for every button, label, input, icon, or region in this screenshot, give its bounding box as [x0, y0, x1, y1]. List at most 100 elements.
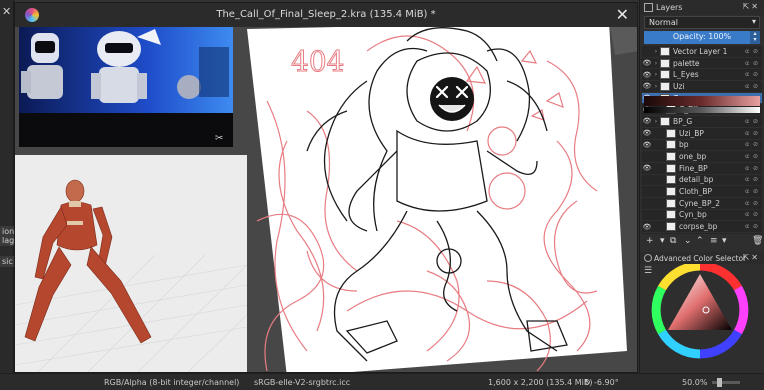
visibility-eye-icon[interactable]: 👁: [642, 117, 652, 125]
layer-name: Fine_BP: [679, 163, 708, 173]
visibility-eye-icon[interactable]: 👁: [642, 82, 652, 90]
color-history-strip[interactable]: [644, 96, 760, 106]
layer-thumbnail: [660, 70, 670, 80]
blend-mode-select[interactable]: Normal: [644, 16, 760, 29]
layer-flags-icon[interactable]: α ⊘: [745, 176, 759, 183]
layer-row[interactable]: Cloth_BP α ⊘: [642, 186, 762, 198]
layer-name: Uzi: [673, 81, 685, 91]
layer-flags-icon[interactable]: α ⊘: [745, 83, 759, 90]
layer-flags-icon[interactable]: α ⊘: [745, 60, 759, 67]
layer-thumbnail: [666, 128, 676, 138]
status-color-model: RGB/Alpha (8-bit integer/channel): [104, 378, 240, 387]
expand-chevron-icon[interactable]: ›: [652, 60, 660, 67]
layer-row[interactable]: one_bp α ⊘: [642, 151, 762, 163]
layers-list[interactable]: › Vector Layer 1α ⊘ 👁 › palette α ⊘ 👁 › L_Eyes α …: [642, 46, 762, 234]
add-layer-icon[interactable]: +: [646, 236, 654, 246]
layers-docker-title: Layers: [656, 3, 683, 12]
status-color-profile: sRGB-elle-V2-srgbtrc.icc: [254, 378, 351, 387]
layer-row[interactable]: › Vector Layer 1 α ⊘: [642, 46, 762, 58]
canvas[interactable]: ✂ 404: [15, 27, 637, 372]
layer-row[interactable]: Cyn_bp α ⊘: [642, 210, 762, 222]
visibility-eye-icon[interactable]: 👁: [642, 141, 652, 149]
layer-name: one_bp: [679, 152, 707, 162]
color-selector-header: Advanced Color Selector ⇱✕: [640, 252, 764, 264]
layer-thumbnail: [666, 198, 676, 208]
layers-docker-header: Layers ⇱✕: [640, 0, 764, 15]
krita-window: ✕ ion lag sic The_Call_Of_Final_Sleep_2.…: [0, 0, 764, 390]
opacity-spin-arrows[interactable]: ▴ ▾: [750, 31, 760, 44]
layer-thumbnail: [666, 210, 676, 220]
layer-flags-icon[interactable]: α ⊘: [745, 153, 759, 160]
move-layer-up-icon[interactable]: ⌃: [696, 236, 704, 246]
color-wheel[interactable]: [640, 264, 764, 360]
layer-row[interactable]: 👁 › Uzi α ⊘: [642, 81, 762, 93]
opacity-slider[interactable]: Opacity: 100% ▴ ▾: [644, 31, 760, 44]
opacity-label: Opacity: 100%: [672, 32, 732, 41]
layer-name: L_Eyes: [673, 70, 699, 80]
document-close-button[interactable]: ✕: [616, 5, 629, 24]
layer-flags-icon[interactable]: α ⊘: [745, 141, 759, 148]
visibility-eye-icon[interactable]: 👁: [642, 164, 652, 172]
layer-flags-icon[interactable]: α ⊘: [745, 211, 759, 218]
layer-row[interactable]: 👁 Uzi_BP α ⊘: [642, 128, 762, 140]
expand-chevron-icon[interactable]: ›: [652, 71, 660, 78]
document-title: The_Call_Of_Final_Sleep_2.kra (135.4 MiB…: [216, 9, 436, 20]
delete-layer-icon[interactable]: 🗑: [752, 236, 763, 246]
layer-row[interactable]: 👁 corpse_bp α ⊘: [642, 221, 762, 233]
layer-flags-icon[interactable]: α ⊘: [745, 71, 759, 78]
layer-flags-icon[interactable]: α ⊘: [745, 130, 759, 137]
layer-thumbnail: [660, 116, 670, 126]
left-docker-close-icon[interactable]: ✕: [2, 5, 11, 18]
layer-row[interactable]: 👁 › L_Eyes α ⊘: [642, 69, 762, 82]
visibility-eye-icon[interactable]: 👁: [642, 129, 652, 137]
svg-text:✂: ✂: [215, 133, 223, 144]
zoom-slider[interactable]: [712, 378, 740, 387]
layer-name: Cyn_bp: [679, 210, 707, 220]
move-layer-down-icon[interactable]: ⌄: [684, 236, 692, 246]
properties-dropdown-icon[interactable]: ▾: [722, 236, 727, 246]
layer-flags-icon[interactable]: α ⊘: [745, 200, 759, 207]
reference-image-anatomy: [15, 155, 247, 372]
expand-chevron-icon[interactable]: ›: [652, 48, 660, 55]
layer-thumbnail: [666, 163, 676, 173]
color-docker-float-close-icon[interactable]: ⇱✕: [743, 253, 760, 262]
layer-thumbnail: [666, 187, 676, 197]
color-value-strip[interactable]: [644, 107, 760, 113]
layer-flags-icon[interactable]: α ⊘: [745, 223, 759, 230]
document-titlebar[interactable]: The_Call_Of_Final_Sleep_2.kra (135.4 MiB…: [15, 3, 637, 27]
layer-thumbnail: [666, 222, 676, 232]
left-docker-tab-2[interactable]: sic: [0, 256, 15, 267]
status-zoom[interactable]: 50.0%: [682, 378, 707, 387]
color-selector-icon: [644, 254, 652, 262]
layer-row[interactable]: Cyne_BP_2 α ⊘: [642, 198, 762, 210]
layer-flags-icon[interactable]: α ⊘: [745, 48, 759, 55]
layer-row[interactable]: 👁 › BP_G α ⊘: [642, 116, 762, 128]
layer-flags-icon[interactable]: α ⊘: [745, 165, 759, 172]
advanced-color-selector[interactable]: ☰: [640, 264, 764, 360]
layer-row[interactable]: 👁 bp α ⊘: [642, 140, 762, 152]
visibility-eye-icon[interactable]: 👁: [642, 59, 652, 67]
layer-flags-icon[interactable]: α ⊘: [745, 118, 759, 125]
status-rotation[interactable]: -6.90°: [594, 378, 619, 387]
layer-properties-icon[interactable]: ≡: [710, 236, 718, 246]
layer-flags-icon[interactable]: α ⊘: [745, 188, 759, 195]
layer-name: bp: [679, 140, 689, 150]
layer-row[interactable]: 👁 Fine_BP α ⊘: [642, 163, 762, 175]
expand-chevron-icon[interactable]: ›: [652, 83, 660, 90]
expand-chevron-icon[interactable]: ›: [652, 118, 660, 125]
layer-row[interactable]: detail_bp α ⊘: [642, 175, 762, 187]
layer-thumbnail: [666, 152, 676, 162]
docker-float-close-icon[interactable]: ⇱✕: [743, 2, 760, 11]
zoom-slider-handle[interactable]: [717, 378, 722, 387]
drawing-paper[interactable]: 404: [247, 27, 637, 372]
dropdown-icon[interactable]: ▾: [660, 236, 665, 246]
layer-thumbnail: [660, 46, 670, 56]
layer-name: BP_G: [673, 116, 693, 126]
visibility-eye-icon[interactable]: 👁: [642, 71, 652, 79]
left-docker-strip: ✕ ion lag sic: [0, 0, 17, 375]
visibility-eye-icon[interactable]: 👁: [642, 223, 652, 231]
duplicate-layer-icon[interactable]: ⧉: [670, 236, 676, 246]
layer-name: Cyne_BP_2: [679, 198, 720, 208]
layer-row[interactable]: 👁 › palette α ⊘: [642, 58, 762, 70]
rotation-icon[interactable]: ↻: [584, 378, 591, 387]
